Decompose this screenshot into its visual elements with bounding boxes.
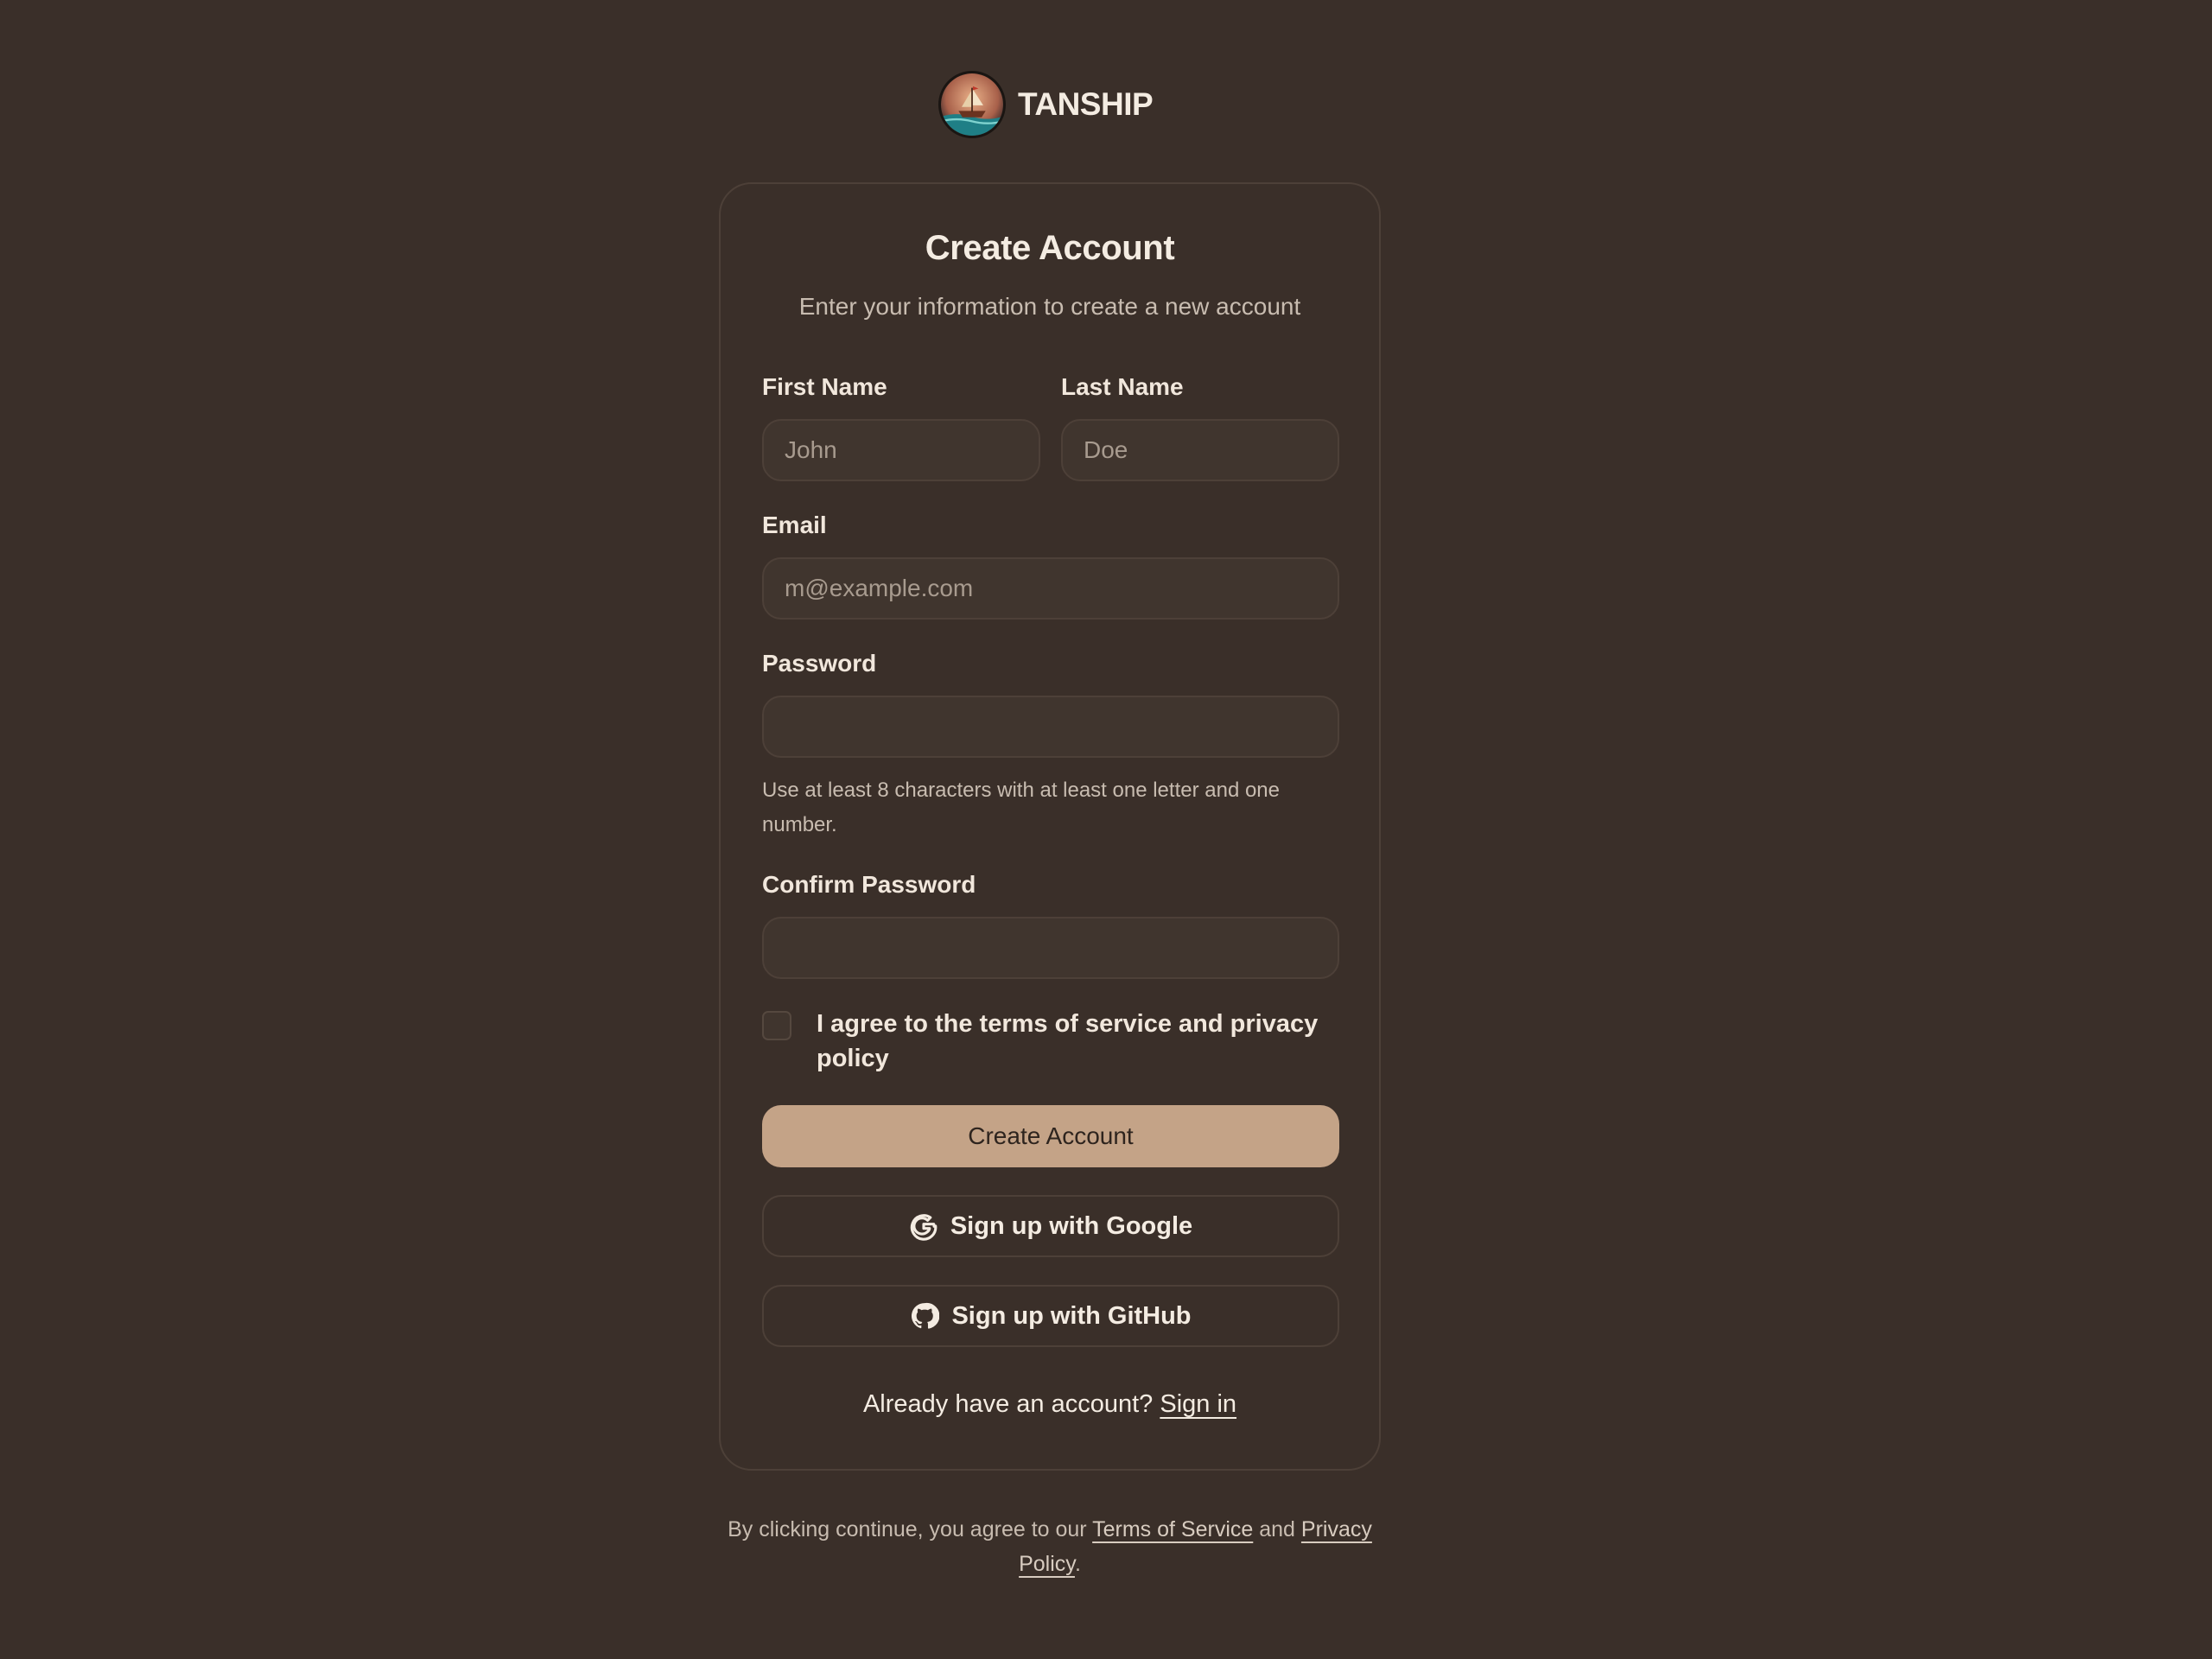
- brand-header: TANSHIP: [938, 71, 1154, 138]
- github-signup-label: Sign up with GitHub: [951, 1301, 1192, 1330]
- footer-prefix: By clicking continue, you agree to our: [728, 1517, 1087, 1541]
- card-title: Create Account: [925, 229, 1175, 267]
- google-signup-label: Sign up with Google: [950, 1211, 1193, 1240]
- ship-logo-icon: [938, 71, 1006, 138]
- password-hint: Use at least 8 characters with at least …: [762, 779, 1281, 836]
- terms-checkbox[interactable]: [762, 1011, 791, 1040]
- first-name-input[interactable]: [762, 419, 1040, 481]
- first-name-label: First Name: [762, 373, 887, 400]
- signin-prompt: Already have an account?: [862, 1390, 1154, 1418]
- confirm-password-label: Confirm Password: [762, 871, 976, 898]
- brand-name: TANSHIP: [1018, 86, 1154, 122]
- create-account-button[interactable]: Create Account: [762, 1105, 1339, 1167]
- signin-prompt-row: Already have an account? Sign in: [721, 1390, 1379, 1419]
- last-name-label: Last Name: [1061, 373, 1184, 400]
- google-icon: [910, 1214, 938, 1241]
- legal-footer: By clicking continue, you agree to our T…: [700, 1512, 1400, 1581]
- google-signup-button[interactable]: Sign up with Google: [762, 1195, 1339, 1257]
- terms-of-service-link[interactable]: Terms of Service: [1092, 1517, 1253, 1541]
- email-label: Email: [762, 512, 827, 538]
- password-label: Password: [762, 650, 877, 677]
- confirm-password-input[interactable]: [762, 917, 1339, 979]
- github-signup-button[interactable]: Sign up with GitHub: [762, 1285, 1339, 1347]
- signup-page: TANSHIP Create Account Enter your inform…: [0, 0, 2212, 1659]
- email-input[interactable]: [762, 557, 1339, 620]
- last-name-input[interactable]: [1061, 419, 1339, 481]
- card-subtitle: Enter your information to create a new a…: [798, 293, 1301, 320]
- password-input[interactable]: [762, 696, 1339, 758]
- footer-suffix: .: [1074, 1552, 1081, 1576]
- signin-link[interactable]: Sign in: [1160, 1390, 1236, 1418]
- signup-card: Create Account Enter your information to…: [719, 182, 1381, 1471]
- terms-checkbox-label[interactable]: I agree to the terms of service and priv…: [817, 1007, 1335, 1076]
- footer-and: and: [1259, 1517, 1295, 1541]
- github-icon: [912, 1302, 940, 1329]
